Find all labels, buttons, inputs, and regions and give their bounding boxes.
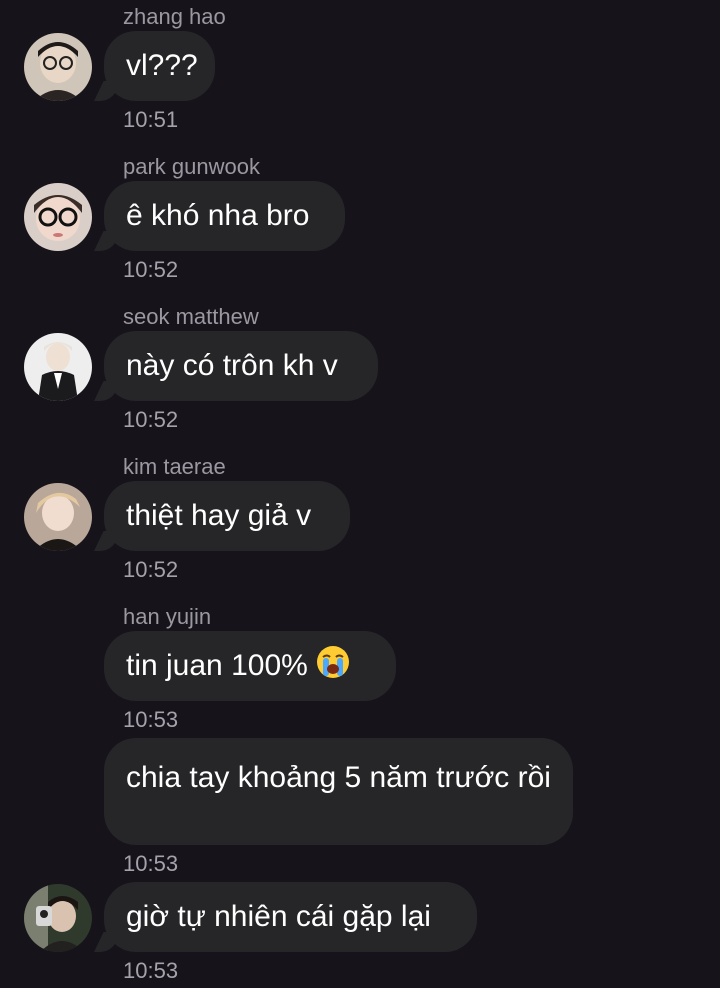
avatar-photo-icon: [24, 333, 92, 401]
sender-name: han yujin: [123, 604, 212, 629]
message-bubble[interactable]: chia tay khoảng 5 năm trước rồi: [104, 738, 573, 845]
avatar[interactable]: [24, 183, 92, 251]
message-bubble[interactable]: tin juan 100%: [104, 631, 396, 701]
message-bubble[interactable]: thiệt hay giả v: [104, 481, 350, 551]
avatar-photo-icon: [24, 483, 92, 551]
message-timestamp: 10:52: [123, 257, 179, 282]
message-bubble[interactable]: giờ tự nhiên cái gặp lại: [104, 882, 477, 952]
message-bubble[interactable]: vl???: [104, 31, 215, 101]
avatar[interactable]: [24, 483, 92, 551]
avatar[interactable]: [24, 33, 92, 101]
sender-name: kim taerae: [123, 454, 226, 479]
message-text: tin juan 100%: [126, 649, 308, 682]
message-text: vl???: [126, 49, 198, 82]
avatar-photo-icon: [24, 33, 92, 101]
avatar[interactable]: [24, 333, 92, 401]
sender-name: zhang hao: [123, 4, 226, 29]
avatar-photo-icon: [24, 183, 92, 251]
message-text: thiệt hay giả v: [126, 499, 312, 532]
message-bubble[interactable]: ê khó nha bro: [104, 181, 345, 251]
sender-name: seok matthew: [123, 304, 259, 329]
message-text: giờ tự nhiên cái gặp lại: [126, 900, 431, 933]
message-text: này có trôn kh v: [126, 349, 338, 382]
message-timestamp: 10:53: [123, 707, 179, 732]
avatar-photo-icon: [24, 884, 92, 952]
message-text: ê khó nha bro: [126, 199, 310, 232]
message-timestamp: 10:52: [123, 557, 179, 582]
message-timestamp: 10:51: [123, 107, 179, 132]
loudly-crying-face-icon: [316, 645, 350, 687]
message-text: chia tay khoảng 5 năm trước rồi: [126, 761, 551, 794]
sender-name: park gunwook: [123, 154, 260, 179]
message-timestamp: 10:53: [123, 958, 179, 983]
message-timestamp: 10:52: [123, 407, 179, 432]
message-timestamp: 10:53: [123, 851, 179, 876]
avatar[interactable]: [24, 884, 92, 952]
message-bubble[interactable]: này có trôn kh v: [104, 331, 378, 401]
